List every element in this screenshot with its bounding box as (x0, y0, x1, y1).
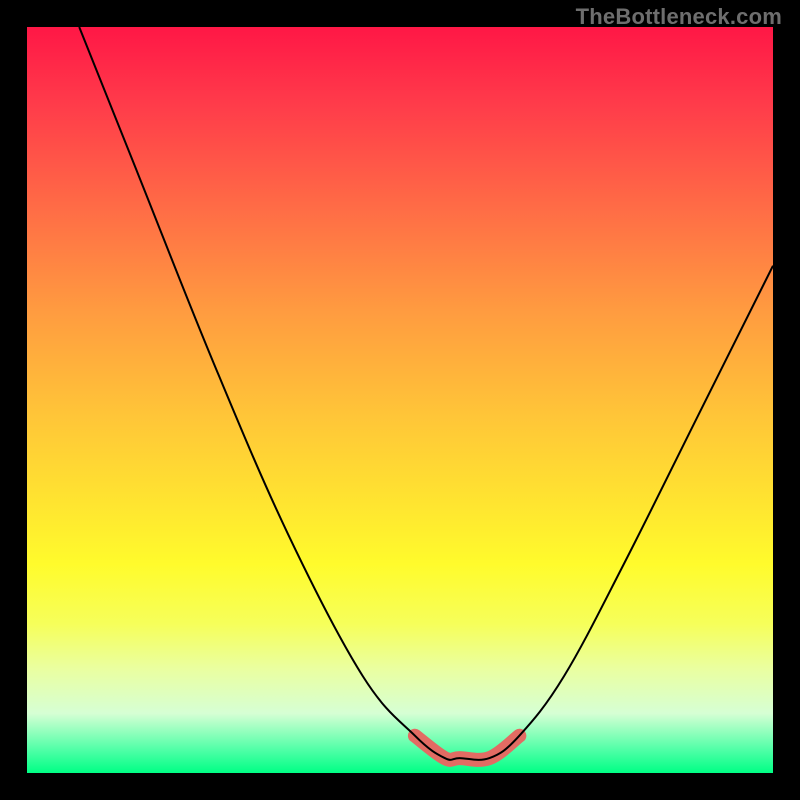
plot-area (27, 27, 773, 773)
curve-path (79, 27, 773, 760)
highlight-path (415, 736, 519, 760)
optimal-range-highlight (415, 736, 519, 760)
chart-container: TheBottleneck.com (0, 0, 800, 800)
chart-svg (27, 27, 773, 773)
attribution-label: TheBottleneck.com (576, 4, 782, 30)
bottleneck-curve (79, 27, 773, 760)
